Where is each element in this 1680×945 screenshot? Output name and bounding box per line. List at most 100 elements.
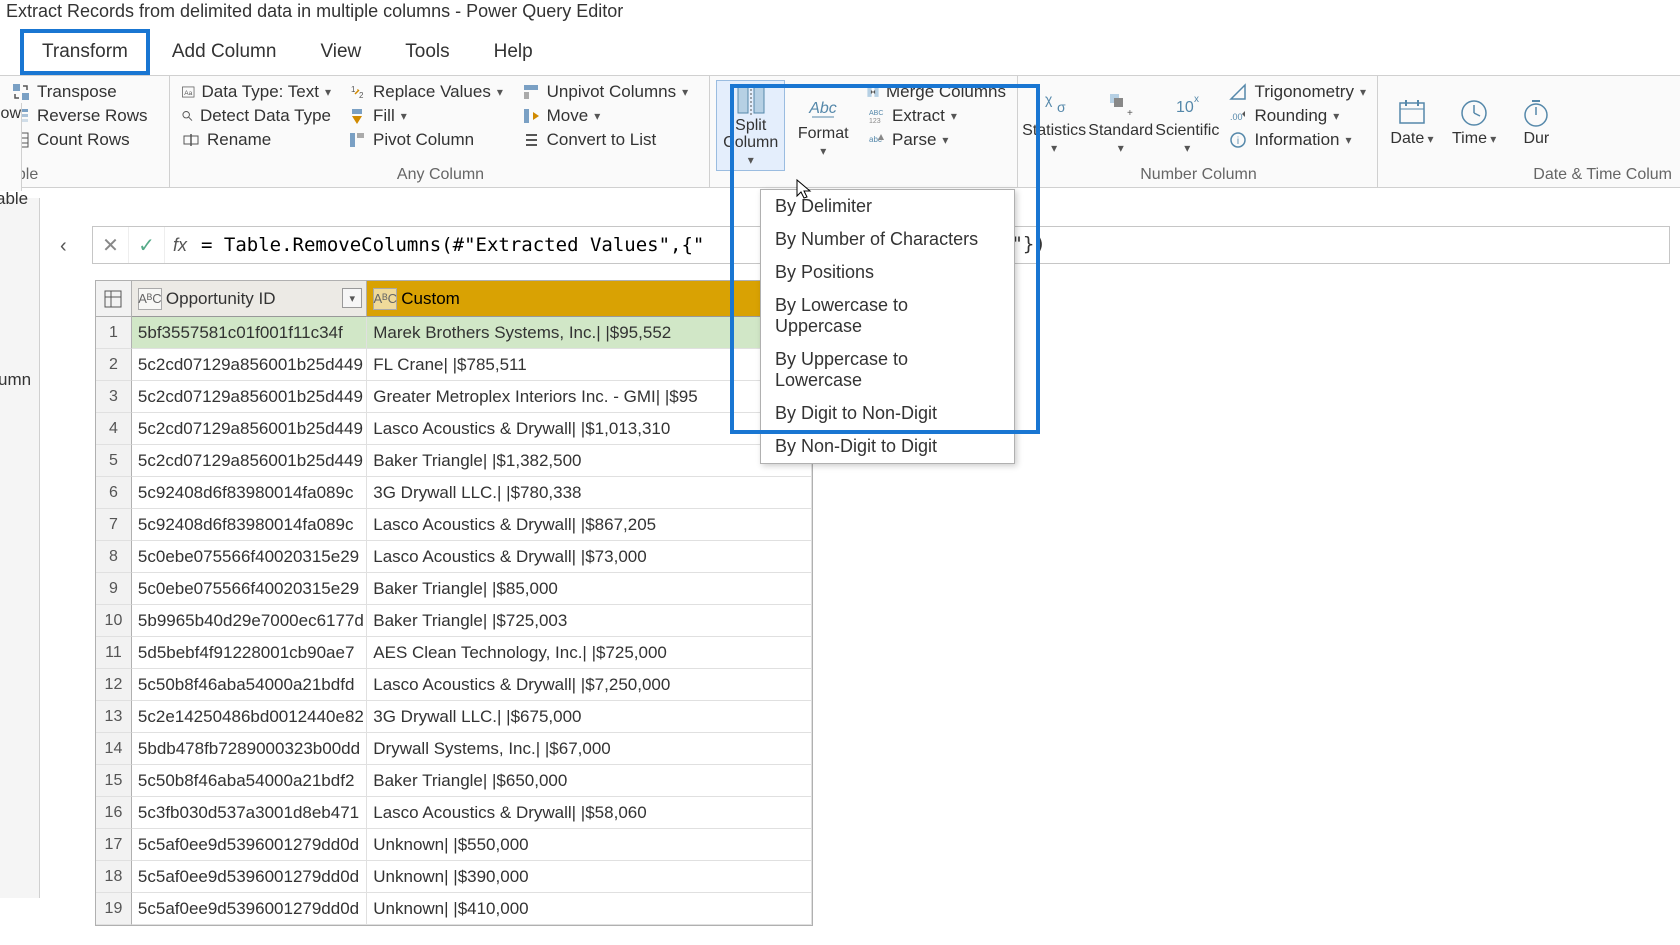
table-row[interactable]: 45c2cd07129a856001b25d449Lasco Acoustics… (96, 413, 812, 445)
table-row[interactable]: 145bdb478fb7289000323b00ddDrywall System… (96, 733, 812, 765)
table-row[interactable]: 195c5af0ee9d5396001279dd0dUnknown| |$410… (96, 893, 812, 925)
cell-opportunity-id[interactable]: 5c2cd07129a856001b25d449 (132, 381, 367, 413)
cell-opportunity-id[interactable]: 5c5af0ee9d5396001279dd0d (132, 893, 367, 925)
scientific-button[interactable]: 10x Scientific (1157, 80, 1217, 164)
formula-confirm-button[interactable]: ✓ (129, 227, 165, 263)
trigonometry-button[interactable]: Trigonometry (1223, 80, 1371, 104)
cell-opportunity-id[interactable]: 5c5af0ee9d5396001279dd0d (132, 861, 367, 893)
table-row[interactable]: 135c2e14250486bd0012440e823G Drywall LLC… (96, 701, 812, 733)
table-row[interactable]: 155c50b8f46aba54000a21bdf2Baker Triangle… (96, 765, 812, 797)
cell-custom[interactable]: FL Crane| |$785,511 (367, 349, 812, 381)
table-row[interactable]: 35c2cd07129a856001b25d449Greater Metropl… (96, 381, 812, 413)
row-number[interactable]: 16 (96, 797, 132, 829)
rounding-button[interactable]: .00 Rounding (1223, 104, 1371, 128)
cell-opportunity-id[interactable]: 5bf3557581c01f001f11c34f (132, 317, 367, 349)
column-header-custom[interactable]: AᴮC Custom (367, 281, 812, 317)
cell-opportunity-id[interactable]: 5c0ebe075566f40020315e29 (132, 573, 367, 605)
convert-to-list-button[interactable]: Convert to List (516, 128, 703, 152)
split-by-non-digit-to-digit[interactable]: By Non-Digit to Digit (761, 430, 1014, 463)
cell-custom[interactable]: Lasco Acoustics & Drywall| |$1,013,310 (367, 413, 812, 445)
tab-tools[interactable]: Tools (383, 29, 471, 75)
standard-button[interactable]: + Standard (1090, 80, 1151, 164)
cell-custom[interactable]: Unknown| |$550,000 (367, 829, 812, 861)
fill-button[interactable]: Fill (342, 104, 510, 128)
table-row[interactable]: 55c2cd07129a856001b25d449Baker Triangle|… (96, 445, 812, 477)
cell-opportunity-id[interactable]: 5c92408d6f83980014fa089c (132, 477, 367, 509)
tab-view[interactable]: View (298, 29, 383, 75)
cell-opportunity-id[interactable]: 5d5bebf4f91228001cb90ae7 (132, 637, 367, 669)
detect-data-type-button[interactable]: Detect Data Type (176, 104, 336, 128)
cell-opportunity-id[interactable]: 5b9965b40d29e7000ec6177d (132, 605, 367, 637)
cell-opportunity-id[interactable]: 5c2e14250486bd0012440e82 (132, 701, 367, 733)
split-by-number-of-characters[interactable]: By Number of Characters (761, 223, 1014, 256)
table-row[interactable]: 65c92408d6f83980014fa089c3G Drywall LLC.… (96, 477, 812, 509)
row-number[interactable]: 6 (96, 477, 132, 509)
tab-add-column[interactable]: Add Column (150, 29, 299, 75)
row-number[interactable]: 9 (96, 573, 132, 605)
format-button[interactable]: Abc Format (791, 80, 855, 171)
table-row[interactable]: 85c0ebe075566f40020315e29Lasco Acoustics… (96, 541, 812, 573)
split-by-positions[interactable]: By Positions (761, 256, 1014, 289)
table-row[interactable]: 25c2cd07129a856001b25d449FL Crane| |$785… (96, 349, 812, 381)
row-number[interactable]: 7 (96, 509, 132, 541)
table-row[interactable]: 15bf3557581c01f001f11c34fMarek Brothers … (96, 317, 812, 349)
row-number[interactable]: 17 (96, 829, 132, 861)
cell-custom[interactable]: Lasco Acoustics & Drywall| |$867,205 (367, 509, 812, 541)
cell-custom[interactable]: Unknown| |$390,000 (367, 861, 812, 893)
table-row[interactable]: 185c5af0ee9d5396001279dd0dUnknown| |$390… (96, 861, 812, 893)
cell-custom[interactable]: AES Clean Technology, Inc.| |$725,000 (367, 637, 812, 669)
tab-transform[interactable]: Transform (20, 29, 150, 75)
table-row[interactable]: 165c3fb030d537a3001d8eb471Lasco Acoustic… (96, 797, 812, 829)
data-type-button[interactable]: Aa Data Type: Text (176, 80, 336, 104)
extract-button[interactable]: ABC123 Extract (861, 104, 1011, 128)
transpose-button[interactable]: Transpose (6, 80, 153, 104)
cell-custom[interactable]: Baker Triangle| |$1,382,500 (367, 445, 812, 477)
tab-help[interactable]: Help (472, 29, 555, 75)
split-by-uppercase-to-lowercase[interactable]: By Uppercase to Lowercase (761, 343, 1014, 397)
cell-custom[interactable]: Greater Metroplex Interiors Inc. - GMI| … (367, 381, 812, 413)
cell-custom[interactable]: Drywall Systems, Inc.| |$67,000 (367, 733, 812, 765)
column-type-icon[interactable]: AᴮC (373, 288, 397, 310)
row-number[interactable]: 14 (96, 733, 132, 765)
row-number[interactable]: 5 (96, 445, 132, 477)
move-button[interactable]: Move (516, 104, 703, 128)
statistics-button[interactable]: χσ Statistics (1024, 80, 1084, 164)
cell-opportunity-id[interactable]: 5c2cd07129a856001b25d449 (132, 349, 367, 381)
date-button[interactable]: Date (1384, 80, 1440, 164)
column-filter-button[interactable]: ▾ (342, 288, 362, 308)
row-number[interactable]: 3 (96, 381, 132, 413)
cell-custom[interactable]: 3G Drywall LLC.| |$780,338 (367, 477, 812, 509)
split-by-lowercase-to-uppercase[interactable]: By Lowercase to Uppercase (761, 289, 1014, 343)
cell-custom[interactable]: Marek Brothers Systems, Inc.| |$95,552 (367, 317, 812, 349)
cell-custom[interactable]: Lasco Acoustics & Drywall| |$7,250,000 (367, 669, 812, 701)
split-by-digit-to-non-digit[interactable]: By Digit to Non-Digit (761, 397, 1014, 430)
cell-custom[interactable]: Baker Triangle| |$650,000 (367, 765, 812, 797)
row-number[interactable]: 10 (96, 605, 132, 637)
row-number[interactable]: 1 (96, 317, 132, 349)
information-button[interactable]: i Information (1223, 128, 1371, 152)
column-header-opportunity-id[interactable]: AᴮC Opportunity ID ▾ (132, 281, 367, 317)
collapse-chevron-icon[interactable]: ‹ (60, 235, 74, 259)
cell-opportunity-id[interactable]: 5c2cd07129a856001b25d449 (132, 413, 367, 445)
table-row[interactable]: 175c5af0ee9d5396001279dd0dUnknown| |$550… (96, 829, 812, 861)
row-number[interactable]: 15 (96, 765, 132, 797)
formula-cancel-button[interactable]: ✕ (93, 227, 129, 263)
pivot-column-button[interactable]: Pivot Column (342, 128, 510, 152)
row-number[interactable]: 2 (96, 349, 132, 381)
merge-columns-button[interactable]: Merge Columns (861, 80, 1011, 104)
row-number[interactable]: 4 (96, 413, 132, 445)
table-row[interactable]: 115d5bebf4f91228001cb90ae7AES Clean Tech… (96, 637, 812, 669)
cell-custom[interactable]: Baker Triangle| |$85,000 (367, 573, 812, 605)
row-number[interactable]: 18 (96, 861, 132, 893)
unpivot-columns-button[interactable]: Unpivot Columns (516, 80, 703, 104)
cell-custom[interactable]: Baker Triangle| |$725,003 (367, 605, 812, 637)
replace-values-button[interactable]: 12 Replace Values (342, 80, 510, 104)
cell-custom[interactable]: Unknown| |$410,000 (367, 893, 812, 925)
count-rows-button[interactable]: Count Rows (6, 128, 153, 152)
row-number[interactable]: 8 (96, 541, 132, 573)
row-number[interactable]: 11 (96, 637, 132, 669)
cell-opportunity-id[interactable]: 5c92408d6f83980014fa089c (132, 509, 367, 541)
cell-opportunity-id[interactable]: 5c0ebe075566f40020315e29 (132, 541, 367, 573)
reverse-rows-button[interactable]: Reverse Rows (6, 104, 153, 128)
cell-custom[interactable]: 3G Drywall LLC.| |$675,000 (367, 701, 812, 733)
